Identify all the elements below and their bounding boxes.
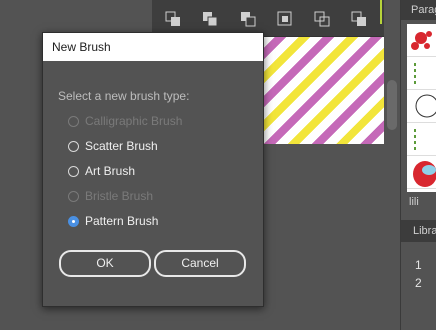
radio-label: Calligraphic Brush (85, 114, 183, 128)
dialog-title: New Brush (43, 33, 263, 61)
libraries-header[interactable]: Libra (401, 220, 436, 242)
dialog-prompt: Select a new brush type: (58, 89, 190, 103)
brush-swatch[interactable] (407, 90, 436, 123)
radio-label[interactable]: Pattern Brush (85, 214, 158, 228)
radio-art-brush[interactable]: Art Brush (68, 163, 135, 179)
radio-button (68, 190, 79, 202)
radio-label[interactable]: Art Brush (85, 164, 135, 178)
brush-swatch[interactable] (407, 24, 436, 57)
brush-swatch[interactable] (407, 156, 436, 189)
panel-header[interactable]: Parag (401, 0, 436, 20)
radio-button[interactable] (68, 215, 79, 227)
brush-swatch[interactable] (407, 123, 436, 156)
brushes-panel: Parag lili Libra 1 2 (400, 0, 436, 330)
accent-mark (380, 0, 382, 24)
minus-front-icon[interactable] (202, 11, 218, 27)
radio-button (68, 115, 79, 127)
radio-label[interactable]: Scatter Brush (85, 139, 158, 153)
canvas-scrollbar[interactable] (384, 80, 400, 130)
radio-scatter-brush[interactable]: Scatter Brush (68, 138, 158, 154)
brush-swatch[interactable] (407, 57, 436, 90)
brush-list[interactable] (407, 24, 436, 192)
intersect-icon[interactable] (240, 11, 256, 27)
library-footer-label[interactable]: lili (409, 196, 419, 208)
radio-calligraphic-brush: Calligraphic Brush (68, 113, 182, 129)
row-number: 1 (415, 258, 422, 272)
unite-icon[interactable] (165, 11, 181, 27)
row-number: 2 (415, 276, 422, 290)
radio-label: Bristle Brush (85, 189, 154, 203)
new-brush-dialog: New Brush Select a new brush type: Calli… (42, 32, 264, 307)
radio-pattern-brush[interactable]: Pattern Brush (68, 213, 158, 229)
artboard-stripes[interactable] (262, 37, 384, 144)
exclude-icon[interactable] (277, 11, 293, 27)
radio-button[interactable] (68, 140, 79, 152)
cancel-button[interactable]: Cancel (154, 250, 246, 277)
radio-button[interactable] (68, 165, 79, 177)
radio-bristle-brush: Bristle Brush (68, 188, 153, 204)
divide-icon[interactable] (314, 11, 330, 27)
ok-button[interactable]: OK (59, 250, 151, 277)
trim-icon[interactable] (351, 11, 367, 27)
